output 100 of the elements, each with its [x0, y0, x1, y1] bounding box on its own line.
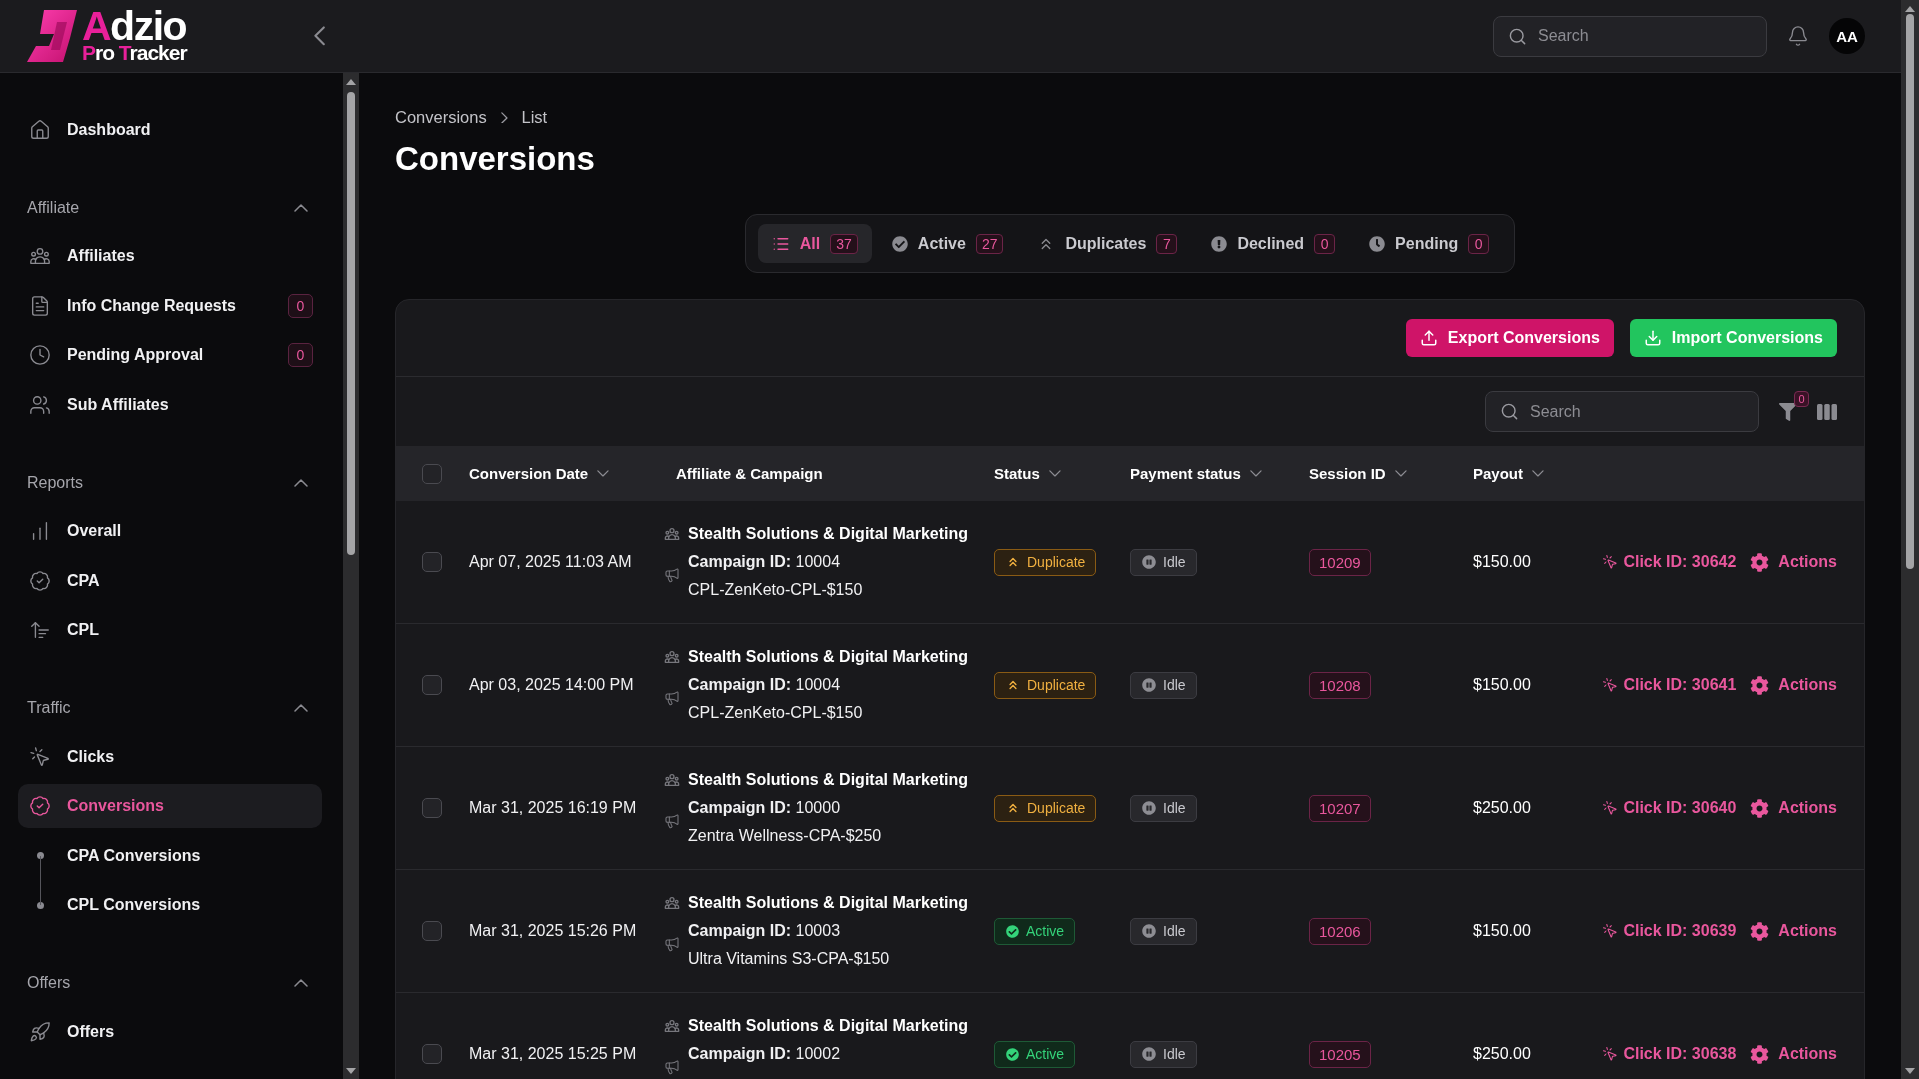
actions-button[interactable]: Actions: [1750, 552, 1837, 572]
section-header[interactable]: Traffic: [0, 684, 343, 732]
row-checkbox[interactable]: [422, 675, 442, 695]
scroll-down-arrow-icon[interactable]: [1905, 1068, 1915, 1074]
count-badge: 37: [830, 233, 858, 254]
status-badge: Active: [994, 1040, 1076, 1068]
pointer-click-icon: [1602, 677, 1619, 693]
scrollbar-thumb[interactable]: [1906, 14, 1914, 569]
nav-subitem[interactable]: CPL Conversions: [18, 883, 322, 928]
click-id-link[interactable]: Click ID: 30640: [1602, 799, 1737, 817]
nav-item[interactable]: Pending Approval 0: [18, 333, 322, 378]
nav-item[interactable]: Sub Affiliates: [18, 382, 322, 427]
column-header[interactable]: Payment status: [1130, 465, 1241, 482]
bullet-dot-icon: [36, 852, 44, 860]
breadcrumb-link[interactable]: Conversions: [395, 108, 487, 127]
nav-item[interactable]: Clicks: [18, 734, 322, 779]
sort-chevron-icon[interactable]: [1394, 470, 1407, 477]
conversion-date: Mar 31, 2025 15:25 PM: [469, 1045, 637, 1063]
gear-icon: [1750, 798, 1770, 818]
nav-item[interactable]: Affiliates: [18, 234, 322, 279]
user-group-icon: [664, 649, 680, 665]
status-badge: Active: [994, 917, 1076, 945]
sort-chevron-icon[interactable]: [1532, 470, 1544, 477]
nav-subitem[interactable]: CPA Conversions: [18, 833, 322, 878]
conversion-date: Mar 31, 2025 16:19 PM: [469, 799, 637, 817]
status-badge: Duplicate: [994, 671, 1097, 699]
campaign-name: CPL-ZenKeto-CPL-$150: [688, 703, 864, 723]
page-title: Conversions: [395, 139, 596, 179]
session-id-badge: 10209: [1309, 548, 1371, 576]
scroll-up-arrow-icon[interactable]: [346, 79, 356, 85]
count-badge: 0: [1314, 233, 1336, 254]
filter-tab[interactable]: Active 27: [877, 224, 1018, 263]
nav-item[interactable]: CPL: [18, 608, 322, 653]
row-checkbox[interactable]: [422, 1044, 442, 1064]
column-header[interactable]: Status: [994, 465, 1040, 482]
filter-tab[interactable]: Declined 0: [1197, 224, 1350, 263]
export-button[interactable]: Export Conversions: [1405, 319, 1614, 357]
gear-icon: [1750, 1044, 1770, 1064]
click-id-link[interactable]: Click ID: 30638: [1602, 1045, 1737, 1063]
notification-bell-icon[interactable]: [1787, 25, 1809, 47]
actions-button[interactable]: Actions: [1750, 921, 1837, 941]
payout-amount: $150.00: [1473, 676, 1531, 694]
click-id-link[interactable]: Click ID: 30642: [1602, 553, 1737, 571]
filter-count-badge: 0: [1794, 390, 1809, 407]
row-checkbox[interactable]: [422, 921, 442, 941]
user-avatar[interactable]: AA: [1829, 18, 1865, 54]
nav-item[interactable]: Overall: [18, 509, 322, 554]
search-field[interactable]: Search: [1493, 15, 1767, 57]
click-id-link[interactable]: Click ID: 30641: [1602, 676, 1737, 694]
select-all-checkbox[interactable]: [422, 463, 442, 484]
double-chevron-up-icon: [1006, 555, 1020, 569]
document-icon: [29, 294, 51, 317]
nav-item[interactable]: CPA: [18, 558, 322, 603]
row-checkbox[interactable]: [422, 798, 442, 818]
brand-name: Adzio: [82, 9, 187, 43]
row-checkbox[interactable]: [422, 552, 442, 572]
home-icon: [29, 118, 51, 141]
collapse-chevron-icon[interactable]: [313, 26, 325, 46]
click-id-link[interactable]: Click ID: 30639: [1602, 922, 1737, 940]
nav-item[interactable]: Conversions: [18, 784, 322, 829]
scroll-up-arrow-icon[interactable]: [1905, 6, 1915, 12]
nav-item[interactable]: Offers: [18, 1009, 322, 1054]
filter-tab[interactable]: Pending 0: [1355, 224, 1504, 263]
columns-icon[interactable]: [1817, 403, 1837, 420]
session-id-badge: 10206: [1309, 917, 1371, 945]
sort-chevron-icon[interactable]: [1249, 470, 1262, 477]
chevron-up-icon: [294, 478, 308, 487]
sort-chevron-icon[interactable]: [1048, 470, 1061, 477]
section-header[interactable]: Reports: [0, 458, 343, 507]
column-header[interactable]: Conversion Date: [469, 465, 589, 482]
scrollbar-thumb[interactable]: [347, 92, 355, 555]
filter-tab[interactable]: Duplicates 7: [1023, 224, 1192, 263]
count-badge: 0: [1468, 233, 1490, 254]
affiliate-name: Stealth Solutions & Digital Marketing: [688, 770, 969, 790]
column-header[interactable]: Payout: [1473, 465, 1523, 482]
badge-check-icon: [29, 569, 51, 592]
session-id-badge: 10207: [1309, 794, 1371, 822]
actions-button[interactable]: Actions: [1750, 798, 1837, 818]
breadcrumb-current: List: [521, 108, 548, 127]
nav-item[interactable]: Dashboard: [18, 107, 322, 152]
double-chevron-up-icon: [1006, 678, 1020, 692]
column-header: Affiliate & Campaign: [676, 465, 823, 482]
column-header[interactable]: Session ID: [1309, 465, 1386, 482]
nav-item[interactable]: Info Change Requests 0: [18, 283, 322, 328]
filter-tab[interactable]: All 37: [757, 224, 872, 263]
actions-button[interactable]: Actions: [1750, 675, 1837, 695]
section-header[interactable]: Offers: [0, 959, 343, 1007]
scroll-down-arrow-icon[interactable]: [346, 1068, 356, 1074]
section-header[interactable]: Affiliate: [0, 183, 343, 232]
filter-icon[interactable]: [1779, 402, 1797, 421]
user-group-icon: [664, 772, 680, 788]
campaign-name: CPL-ZenKeto-CPL-$150: [688, 580, 864, 600]
table-search-field[interactable]: Search: [1485, 391, 1759, 432]
campaign-name: Zentra Wellness-CPA-$250: [688, 826, 883, 846]
affiliate-name: Stealth Solutions & Digital Marketing: [688, 1016, 969, 1036]
actions-button[interactable]: Actions: [1750, 1044, 1837, 1064]
payout-amount: $250.00: [1473, 1045, 1531, 1063]
sort-chevron-icon[interactable]: [597, 470, 610, 477]
conversion-date: Mar 31, 2025 15:26 PM: [469, 922, 637, 940]
user-group-icon: [664, 1018, 680, 1034]
